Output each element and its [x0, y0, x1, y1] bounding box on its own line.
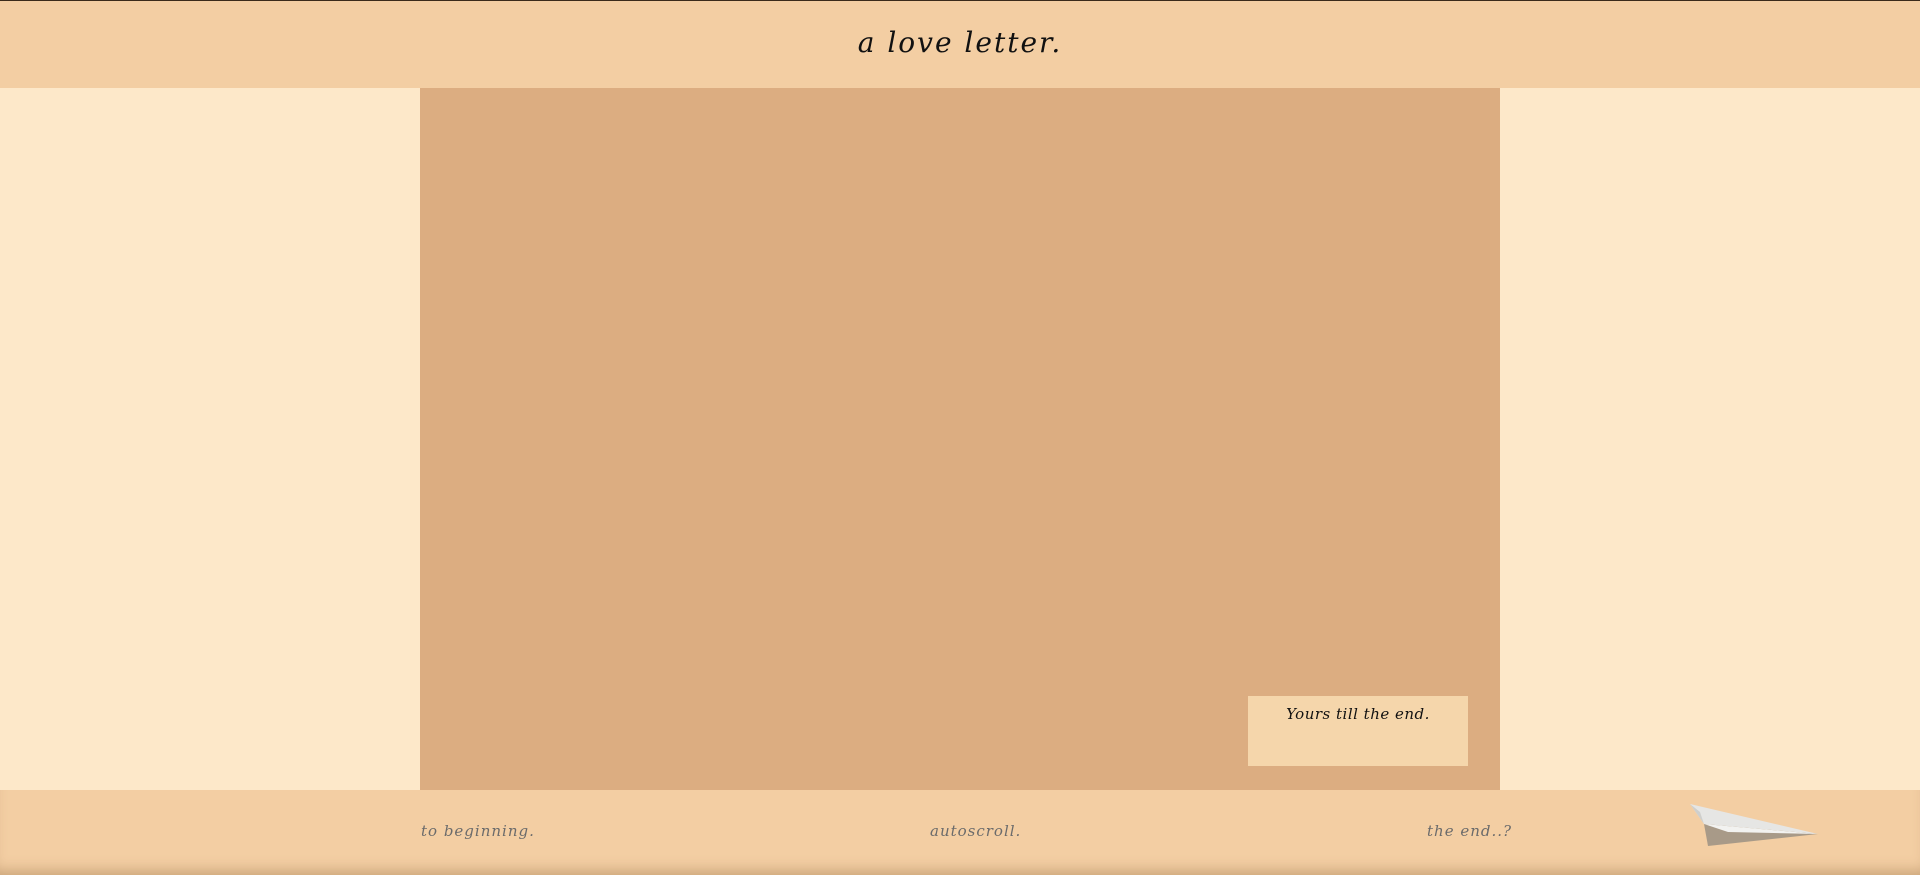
autoscroll-link[interactable]: autoscroll. — [930, 822, 1021, 840]
page: a love letter. Yours till the end. to be… — [0, 0, 1920, 875]
left-margin — [0, 88, 420, 790]
header-bar: a love letter. — [0, 0, 1920, 88]
the-end-link[interactable]: the end..? — [1427, 822, 1512, 840]
to-beginning-link[interactable]: to beginning. — [421, 822, 535, 840]
footer-bar: to beginning. autoscroll. the end..? — [0, 790, 1920, 875]
signoff-card: Yours till the end. — [1248, 696, 1468, 766]
page-title: a love letter. — [857, 26, 1063, 59]
letter-panel: Yours till the end. — [420, 88, 1500, 790]
right-margin — [1500, 88, 1920, 790]
signoff-text: Yours till the end. — [1286, 705, 1430, 723]
paper-plane-icon[interactable] — [1688, 802, 1820, 850]
